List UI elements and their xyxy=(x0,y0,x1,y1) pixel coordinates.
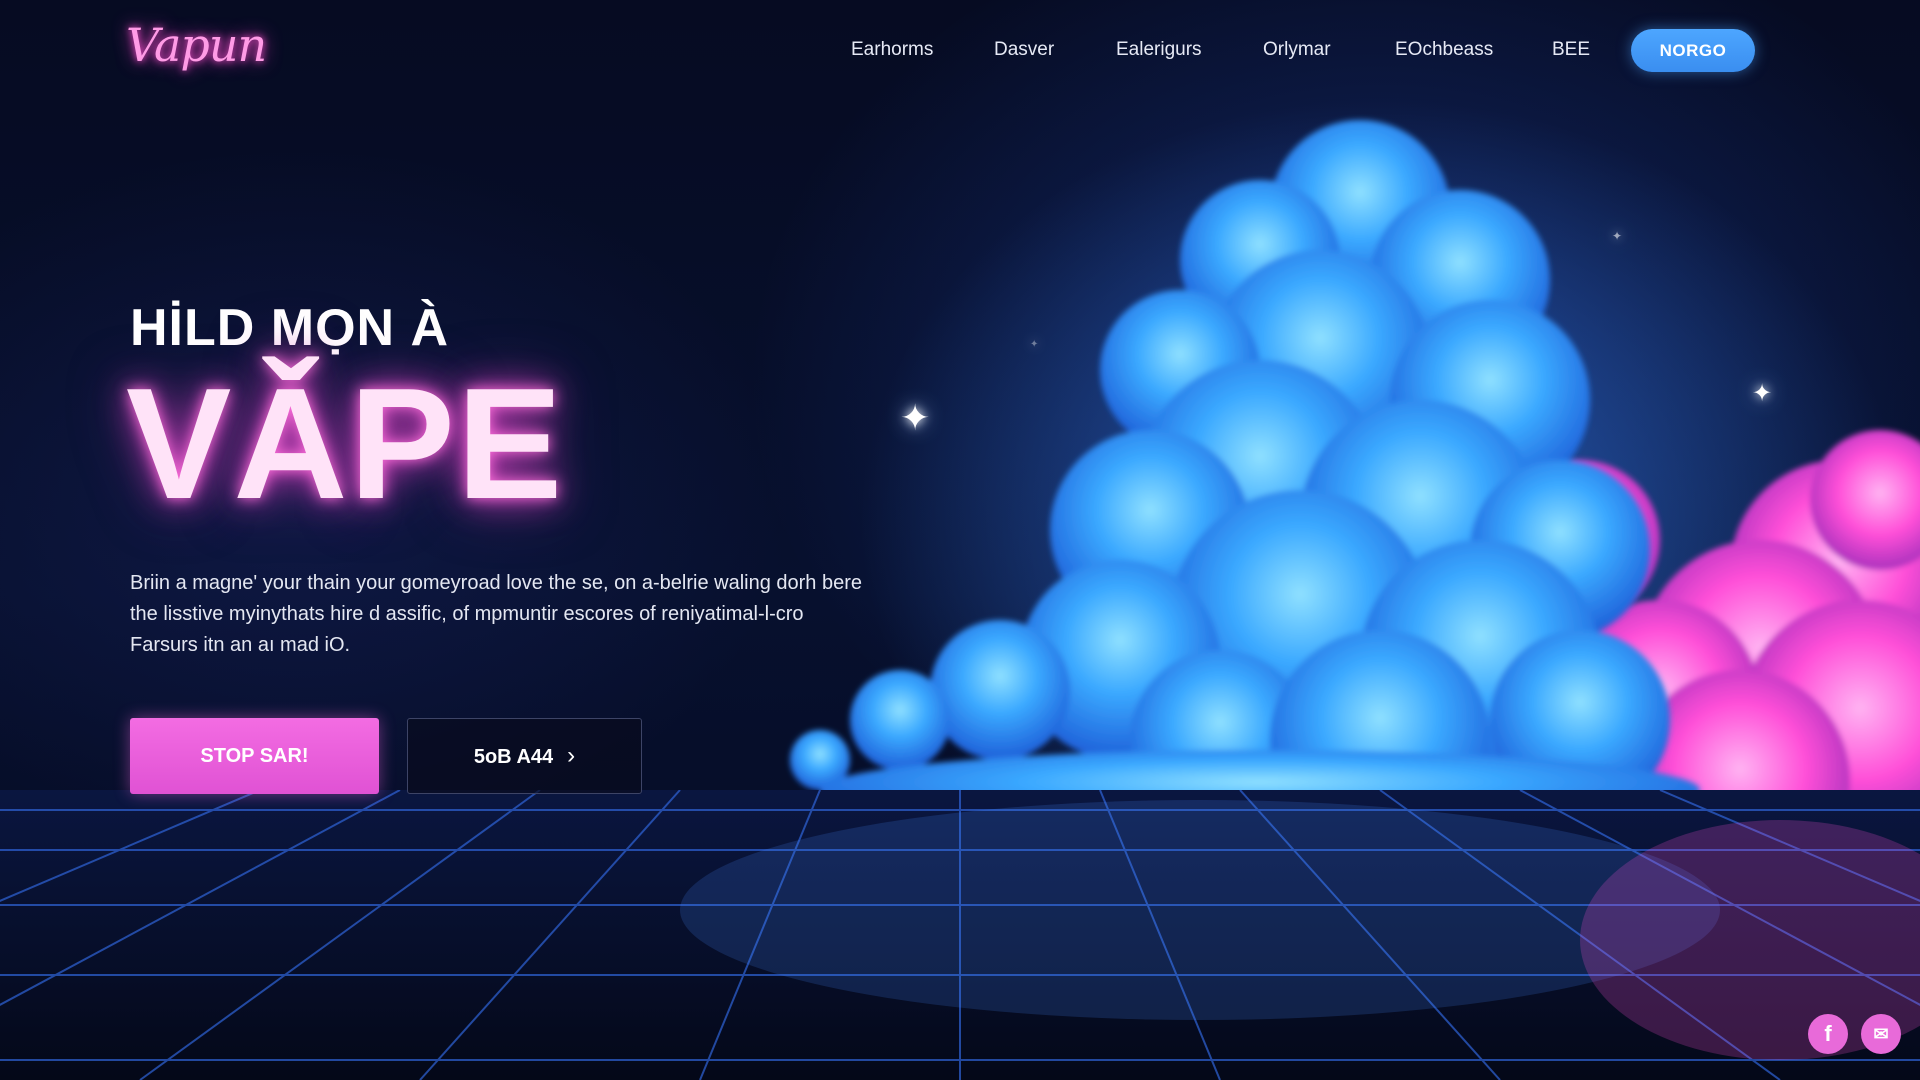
site-header: Vapun Earhorms Dasver Ealerigurs Orlymar… xyxy=(0,0,1920,100)
secondary-cta-label: 5oB A44 xyxy=(473,746,554,768)
grid-floor xyxy=(0,790,1920,1080)
hero-description: Briin a magne' your thain your gomeyroad… xyxy=(130,572,863,656)
nav-item-dasver[interactable]: Dasver xyxy=(994,30,1054,70)
nav-item-orlymar[interactable]: Orlymar xyxy=(1263,30,1331,70)
vapor-cloud-illustration xyxy=(790,100,1920,900)
primary-cta-button[interactable]: STOP SAR! xyxy=(130,718,379,794)
nav-cta-button[interactable]: NORGO xyxy=(1631,29,1755,72)
sparkle-icon: ✦ xyxy=(1752,380,1773,407)
hero-subtitle: HİLD MỌN À xyxy=(130,299,450,357)
sparkle-icon: ✦ xyxy=(1612,229,1623,243)
sparkle-icon: ✦ xyxy=(900,397,931,438)
nav-item-bee[interactable]: BEE xyxy=(1552,30,1590,70)
landing-page: ✦ ✦ ✦ ✦ Vapun Earhorms Dasver Ealerigurs… xyxy=(0,0,1920,1080)
secondary-cta-button[interactable]: 5oB A44 › xyxy=(407,718,642,794)
hero-title: VǍPE xyxy=(126,356,565,532)
facebook-icon[interactable]: f xyxy=(1808,1014,1848,1054)
chevron-right-icon: › xyxy=(567,742,576,769)
nav-item-eochbeass[interactable]: EOchbeass xyxy=(1395,30,1493,70)
nav-item-earhorms[interactable]: Earhorms xyxy=(851,30,933,70)
sparkle-icon: ✦ xyxy=(1030,339,1039,350)
mail-icon[interactable]: ✉ xyxy=(1861,1014,1901,1054)
brand-logo[interactable]: Vapun xyxy=(126,18,267,72)
nav-item-ealerigurs[interactable]: Ealerigurs xyxy=(1116,30,1202,70)
